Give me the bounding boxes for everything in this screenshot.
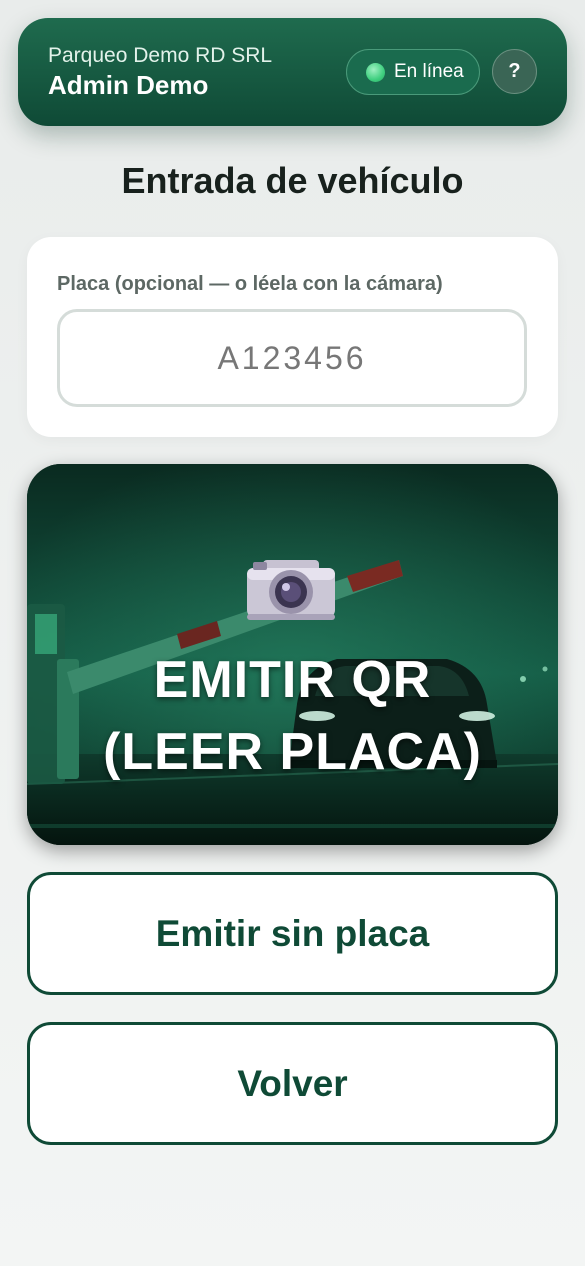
back-button-label: Volver [237,1062,348,1104]
emit-qr-read-plate-button[interactable]: EMITIR QR (LEER PLACA) [27,464,558,845]
plate-input[interactable] [57,309,527,407]
camera-button-line1: EMITIR QR [153,651,432,709]
online-dot-icon [366,62,385,82]
plate-label: Placa (opcional — o léela con la cámara) [57,273,443,295]
back-button[interactable]: Volver [27,1022,558,1145]
help-icon: ? [508,60,521,82]
connection-status-badge: En línea [346,49,480,95]
plate-card: Placa (opcional — o léela con la cámara) [27,237,558,437]
page-title: Entrada de vehículo [121,160,464,201]
camera-button-label: EMITIR QR (LEER PLACA) [27,644,558,788]
camera-icon [247,560,335,620]
emit-without-plate-label: Emitir sin placa [155,912,430,954]
help-button[interactable]: ? [492,49,537,94]
emit-without-plate-button[interactable]: Emitir sin placa [27,872,558,995]
app-header: Parqueo Demo RD SRL Admin Demo En línea … [18,18,567,126]
camera-button-line2: (LEER PLACA) [103,723,482,781]
status-label: En línea [394,61,464,82]
